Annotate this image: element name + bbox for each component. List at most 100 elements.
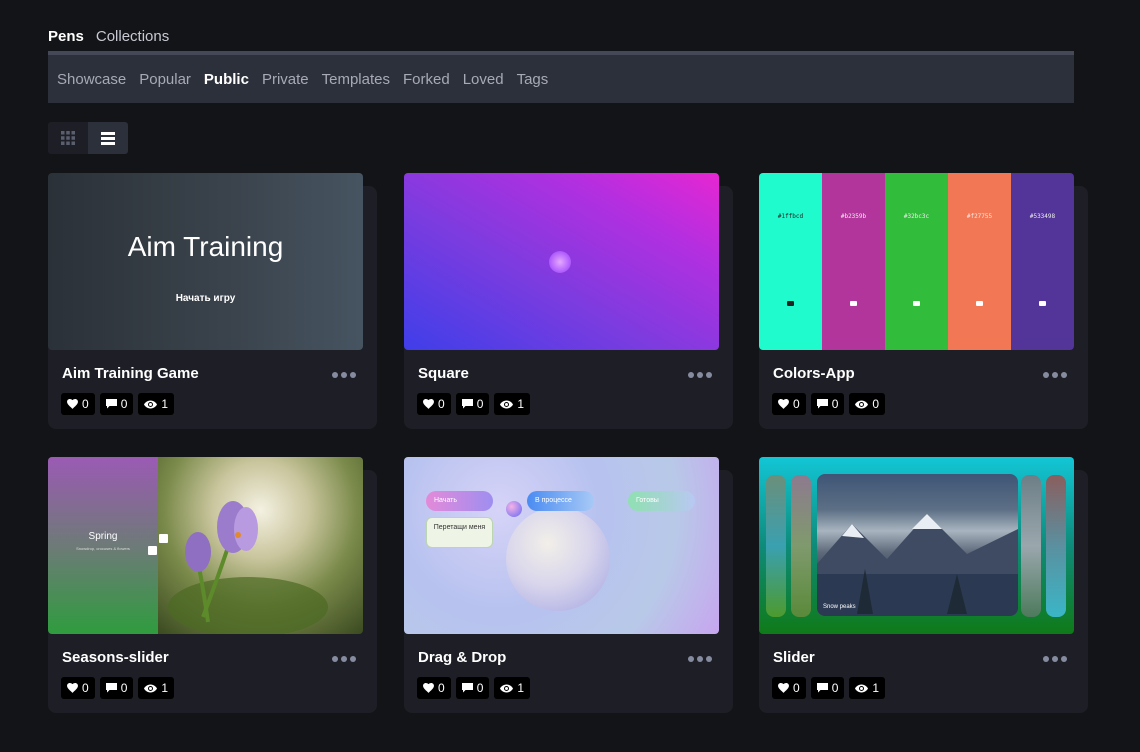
slider-down-arrow[interactable] — [148, 546, 157, 555]
lock-icon — [913, 301, 920, 306]
comment-icon — [105, 683, 117, 693]
comment-button[interactable]: 0 — [455, 677, 490, 699]
pen-title[interactable]: Square — [418, 365, 469, 382]
tab-public[interactable]: Public — [204, 71, 249, 88]
decor-sphere — [506, 507, 610, 611]
pen-preview[interactable]: Aim Training Начать игру — [48, 173, 363, 350]
more-options-button[interactable] — [1042, 365, 1068, 385]
pen-title[interactable]: Drag & Drop — [418, 649, 506, 666]
list-icon — [101, 131, 115, 145]
pen-title[interactable]: Slider — [773, 649, 815, 666]
slide-caption: Snow peaks — [823, 604, 856, 610]
eye-icon — [855, 684, 869, 692]
sub-tabs-bar: Showcase Popular Public Private Template… — [48, 55, 1074, 103]
tab-tags[interactable]: Tags — [517, 71, 549, 88]
season-subtitle: Snowdrop, crocuses & flowers — [76, 546, 130, 551]
pen-preview[interactable]: Spring Snowdrop, crocuses & flowers — [48, 457, 363, 634]
pen-preview[interactable]: Snow peaks — [759, 457, 1074, 634]
tab-templates[interactable]: Templates — [322, 71, 390, 88]
like-button[interactable]: 0 — [61, 393, 95, 415]
tab-popular[interactable]: Popular — [139, 71, 191, 88]
pen-stats: 0 0 1 — [61, 677, 175, 699]
swatch-hex: #533498 — [1029, 213, 1056, 220]
grid-view-button[interactable] — [48, 122, 88, 154]
views-stat[interactable]: 1 — [138, 677, 175, 699]
pen-preview[interactable]: #1ffbcd #b2359b #32bc3c #f27755 #533498 — [759, 173, 1074, 350]
eye-icon — [144, 400, 158, 408]
like-count: 0 — [82, 681, 89, 695]
slide-thumb[interactable] — [766, 475, 786, 617]
comment-icon — [461, 399, 473, 409]
views-stat[interactable]: 0 — [849, 393, 886, 415]
view-count: 1 — [517, 397, 525, 411]
pen-card: Snow peaks Slider 0 0 1 — [759, 457, 1088, 713]
column-done: Готовы — [628, 491, 695, 511]
like-button[interactable]: 0 — [61, 677, 95, 699]
more-options-button[interactable] — [687, 365, 713, 385]
tab-pens[interactable]: Pens — [48, 28, 84, 45]
more-options-button[interactable] — [1042, 649, 1068, 669]
more-options-button[interactable] — [331, 649, 357, 669]
slide-thumb[interactable] — [1046, 475, 1066, 617]
pen-card: Начать В процессе Готовы Перетащи меня D… — [404, 457, 733, 713]
season-photo — [158, 457, 363, 634]
lock-icon — [1039, 301, 1046, 306]
views-stat[interactable]: 1 — [494, 677, 531, 699]
comment-icon — [461, 683, 473, 693]
pen-card: Aim Training Начать игру Aim Training Ga… — [48, 173, 377, 429]
comment-button[interactable]: 0 — [99, 677, 134, 699]
column-in-progress: В процессе — [527, 491, 594, 511]
eye-icon — [855, 400, 869, 408]
comment-button[interactable]: 0 — [810, 393, 845, 415]
lock-icon — [850, 301, 857, 306]
grid-icon — [61, 131, 75, 145]
active-slide[interactable]: Snow peaks — [817, 474, 1018, 616]
slide-thumb[interactable] — [1021, 475, 1041, 617]
color-swatch: #32bc3c — [885, 173, 948, 350]
lock-icon — [976, 301, 983, 306]
views-stat[interactable]: 1 — [138, 393, 175, 415]
color-swatch: #b2359b — [822, 173, 885, 350]
like-button[interactable]: 0 — [772, 677, 806, 699]
comment-button[interactable]: 0 — [99, 393, 134, 415]
like-button[interactable]: 0 — [417, 677, 451, 699]
tab-collections[interactable]: Collections — [96, 28, 169, 45]
list-view-button[interactable] — [88, 122, 128, 154]
comment-button[interactable]: 0 — [810, 677, 845, 699]
season-panel: Spring Snowdrop, crocuses & flowers — [48, 457, 158, 634]
preview-button-text: Начать игру — [175, 293, 236, 304]
heart-icon — [778, 683, 789, 693]
pen-title[interactable]: Colors-App — [773, 365, 855, 382]
tab-showcase[interactable]: Showcase — [57, 71, 126, 88]
pen-preview[interactable] — [404, 173, 719, 350]
comment-icon — [105, 399, 117, 409]
view-count: 0 — [872, 397, 880, 411]
eye-icon — [500, 400, 514, 408]
slider-up-arrow[interactable] — [159, 534, 168, 543]
tab-forked[interactable]: Forked — [403, 71, 450, 88]
slide-thumb[interactable] — [791, 475, 811, 617]
tab-loved[interactable]: Loved — [463, 71, 504, 88]
pen-stats: 0 0 1 — [417, 677, 531, 699]
pen-title[interactable]: Seasons-slider — [62, 649, 169, 666]
comment-count: 0 — [476, 397, 484, 411]
views-stat[interactable]: 1 — [849, 677, 886, 699]
more-options-button[interactable] — [331, 365, 357, 385]
pen-title[interactable]: Aim Training Game — [62, 365, 199, 382]
tab-private[interactable]: Private — [262, 71, 309, 88]
swatch-hex: #b2359b — [840, 213, 867, 220]
decor-orb — [506, 501, 522, 517]
comment-count: 0 — [120, 397, 128, 411]
like-button[interactable]: 0 — [772, 393, 806, 415]
views-stat[interactable]: 1 — [494, 393, 531, 415]
swatch-hex: #f27755 — [966, 213, 993, 220]
season-title: Spring — [88, 531, 118, 542]
comment-icon — [816, 683, 828, 693]
crocus-image — [168, 501, 328, 634]
pen-preview[interactable]: Начать В процессе Готовы Перетащи меня — [404, 457, 719, 634]
draggable-item[interactable]: Перетащи меня — [426, 517, 493, 548]
like-count: 0 — [82, 397, 89, 411]
more-options-button[interactable] — [687, 649, 713, 669]
like-button[interactable]: 0 — [417, 393, 451, 415]
comment-button[interactable]: 0 — [455, 393, 490, 415]
